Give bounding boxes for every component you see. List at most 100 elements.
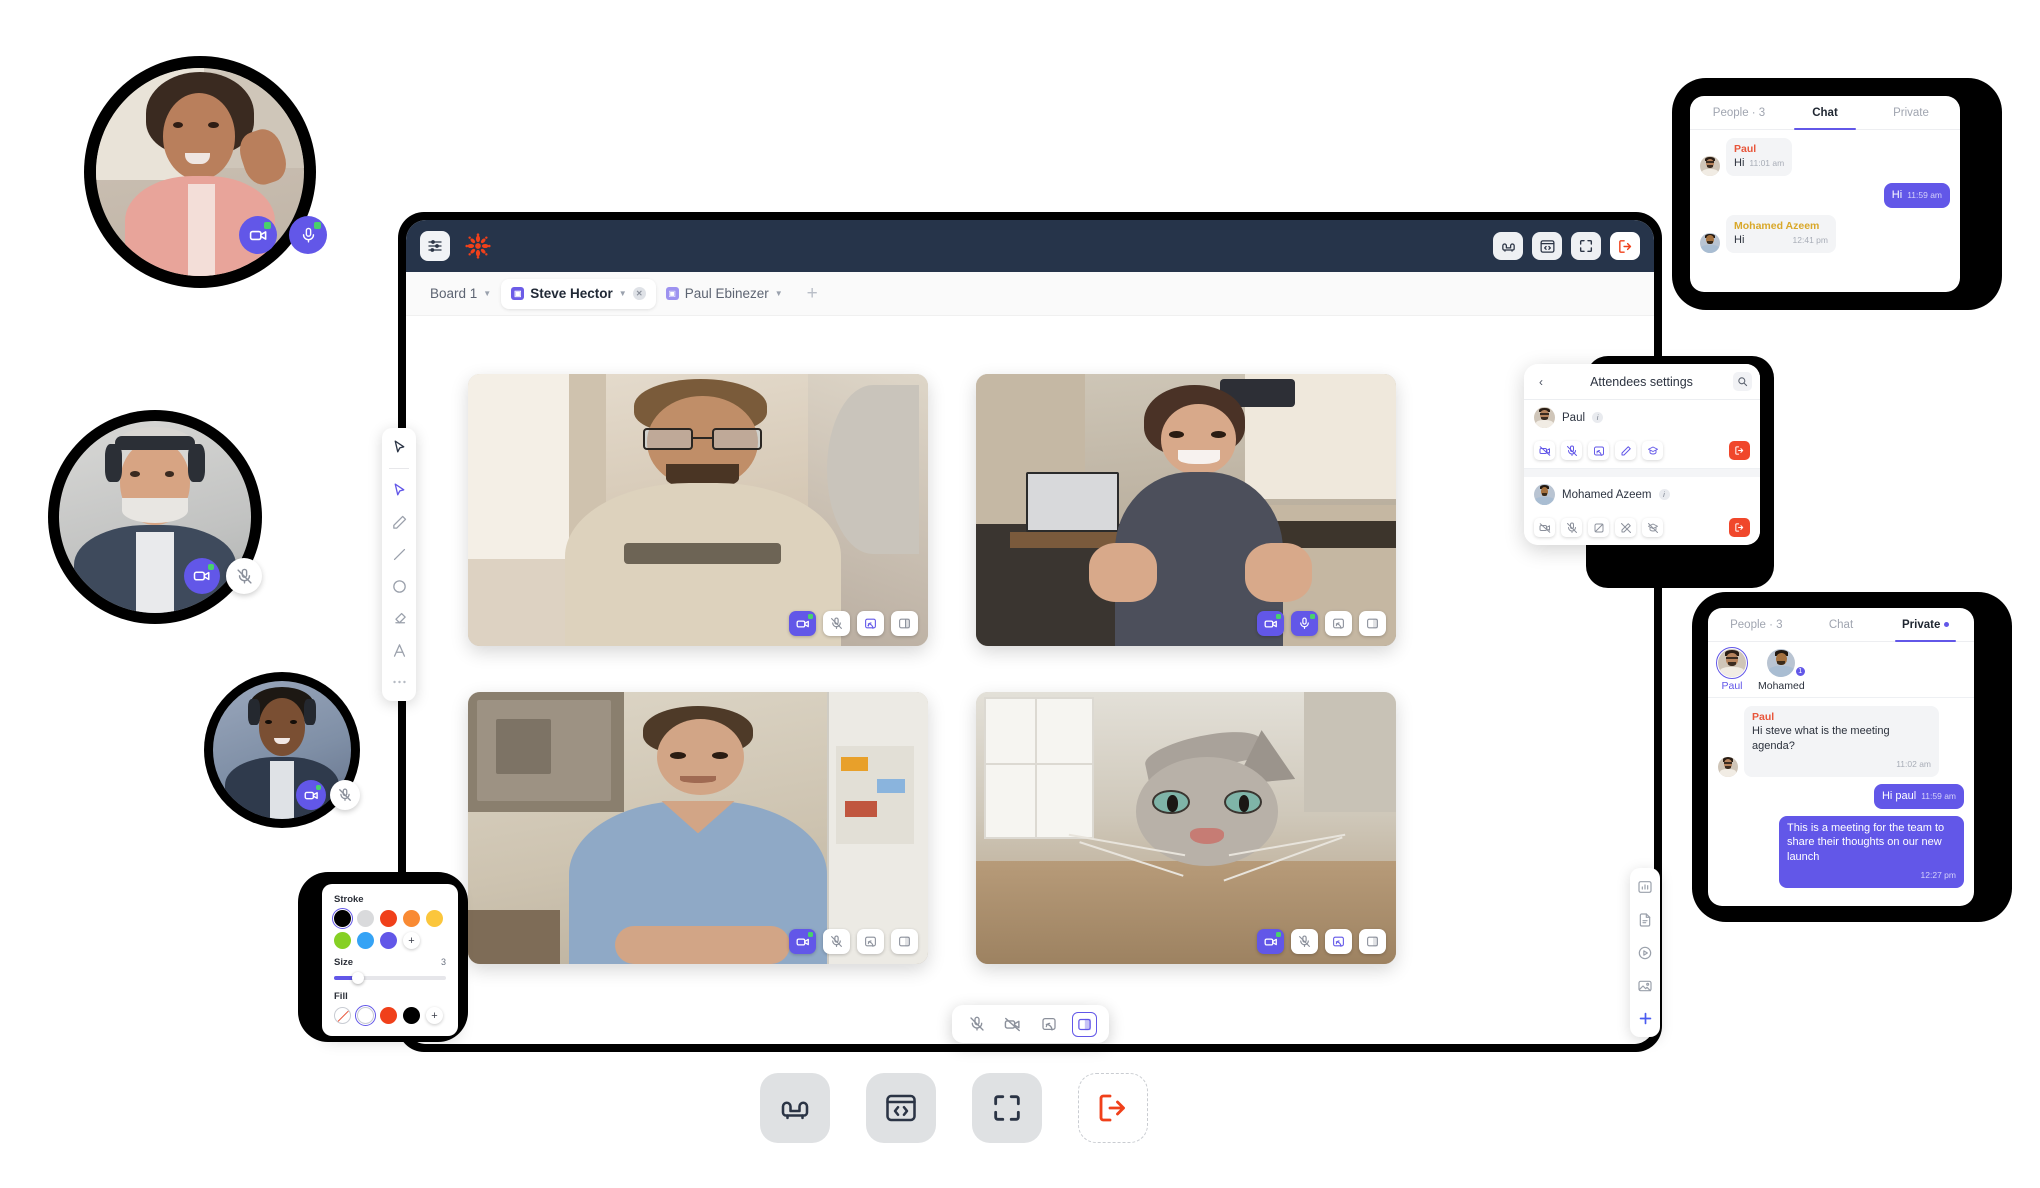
bubble-1-camera-button[interactable]	[239, 216, 277, 254]
line-icon[interactable]	[388, 543, 410, 565]
add-stroke-color-button[interactable]: +	[403, 932, 420, 949]
tile-3-layout-button[interactable]	[891, 929, 918, 954]
slider-knob[interactable]	[351, 972, 364, 984]
info-icon[interactable]: i	[1658, 489, 1670, 500]
bottom-camera-button[interactable]	[1000, 1012, 1025, 1037]
lounge-button[interactable]	[1493, 232, 1523, 260]
paul-presenter-toggle[interactable]	[1642, 441, 1663, 460]
tile-1-camera-button[interactable]	[789, 611, 816, 636]
paul-camera-toggle[interactable]	[1534, 441, 1555, 460]
bubble-1-mic-button[interactable]	[289, 216, 327, 254]
code-share-button[interactable]	[1532, 232, 1562, 260]
cursor-pointer-icon[interactable]	[388, 479, 410, 501]
video-tile-2[interactable]	[976, 374, 1396, 646]
tab-chat[interactable]: Chat	[1782, 96, 1868, 130]
tab-people[interactable]: People · 3	[1714, 608, 1799, 641]
chevron-down-icon[interactable]: ▼	[483, 289, 491, 298]
eraser-icon[interactable]	[388, 607, 410, 629]
stroke-swatch-yellow[interactable]	[426, 910, 443, 927]
tab-paul-ebinezer[interactable]: ▣ Paul Ebinezer ▼	[656, 279, 793, 309]
stroke-swatch-orange[interactable]	[403, 910, 420, 927]
tile-4-layout-button[interactable]	[1359, 929, 1386, 954]
paul-screen-share-toggle[interactable]	[1588, 441, 1609, 460]
circle-icon[interactable]	[388, 575, 410, 597]
tile-4-camera-button[interactable]	[1257, 929, 1284, 954]
stroke-swatch-green[interactable]	[334, 932, 351, 949]
bubble-2-mic-button[interactable]	[226, 558, 262, 594]
chart-icon[interactable]	[1636, 877, 1655, 896]
bottom-mic-button[interactable]	[964, 1012, 989, 1037]
tab-chat[interactable]: Chat	[1799, 608, 1884, 641]
leave-meeting-button[interactable]	[1610, 232, 1640, 260]
image-icon[interactable]	[1636, 976, 1655, 995]
chevron-down-icon[interactable]: ▼	[619, 289, 627, 298]
mohamed-camera-toggle[interactable]	[1534, 518, 1555, 537]
stroke-swatch-blue[interactable]	[357, 932, 374, 949]
tab-private[interactable]: Private	[1868, 96, 1954, 129]
add-tab-button[interactable]: +	[793, 283, 832, 305]
stroke-swatch-purple[interactable]	[380, 932, 397, 949]
bubble-3-camera-button[interactable]	[296, 780, 326, 810]
mohamed-presenter-toggle[interactable]	[1642, 518, 1663, 537]
document-icon[interactable]	[1636, 910, 1655, 929]
floating-bubble-3[interactable]	[204, 672, 360, 828]
play-video-icon[interactable]	[1636, 943, 1655, 962]
plus-icon[interactable]	[1636, 1009, 1655, 1028]
attendee-row-paul[interactable]: Paul i	[1524, 400, 1760, 435]
leave-launcher[interactable]	[1078, 1073, 1148, 1143]
attendee-row-mohamed[interactable]: Mohamed Azeem i	[1524, 477, 1760, 512]
tile-1-mic-button[interactable]	[823, 611, 850, 636]
video-tile-4[interactable]	[976, 692, 1396, 964]
stroke-swatch-black[interactable]	[331, 907, 354, 930]
tile-4-mic-button[interactable]	[1291, 929, 1318, 954]
video-tile-3[interactable]	[468, 692, 928, 964]
mohamed-mic-toggle[interactable]	[1561, 518, 1582, 537]
add-fill-color-button[interactable]: +	[426, 1007, 443, 1024]
stroke-swatch-red[interactable]	[380, 910, 397, 927]
paul-mic-toggle[interactable]	[1561, 441, 1582, 460]
tab-private[interactable]: Private	[1883, 608, 1968, 642]
video-tile-1[interactable]	[468, 374, 928, 646]
fill-swatch-none[interactable]	[334, 1007, 351, 1024]
sliders-icon[interactable]	[420, 231, 450, 261]
tile-2-camera-button[interactable]	[1257, 611, 1284, 636]
lounge-launcher[interactable]	[760, 1073, 830, 1143]
close-icon[interactable]: ✕	[632, 287, 646, 300]
pencil-icon[interactable]	[388, 511, 410, 533]
tab-steve-hector[interactable]: ▣ Steve Hector ▼ ✕	[501, 278, 656, 309]
floating-bubble-2[interactable]	[48, 410, 262, 624]
tile-2-screen-share-button[interactable]	[1325, 611, 1352, 636]
tile-1-screen-share-button[interactable]	[857, 611, 884, 636]
tile-2-mic-button[interactable]	[1291, 611, 1318, 636]
fullscreen-button[interactable]	[1571, 232, 1601, 260]
info-icon[interactable]: i	[1592, 412, 1604, 423]
stroke-swatch-gray[interactable]	[357, 910, 374, 927]
fill-swatch-black[interactable]	[403, 1007, 420, 1024]
mohamed-screen-share-toggle[interactable]	[1588, 518, 1609, 537]
floating-bubble-1[interactable]	[84, 56, 327, 288]
tab-board-1[interactable]: Board 1 ▼	[420, 279, 501, 309]
bottom-layout-button[interactable]	[1072, 1011, 1097, 1037]
tab-people[interactable]: People · 3	[1696, 96, 1782, 129]
board-canvas[interactable]	[406, 316, 1654, 1044]
text-icon[interactable]	[388, 639, 410, 661]
more-dots-icon[interactable]	[388, 671, 410, 693]
tile-4-screen-share-button[interactable]	[1325, 929, 1352, 954]
size-slider[interactable]	[334, 972, 446, 984]
hand-select-icon[interactable]	[388, 436, 410, 458]
search-icon[interactable]	[1733, 372, 1752, 391]
code-launcher[interactable]	[866, 1073, 936, 1143]
tile-2-layout-button[interactable]	[1359, 611, 1386, 636]
tile-3-mic-button[interactable]	[823, 929, 850, 954]
private-person-mohamed[interactable]: 1 Mohamed	[1758, 649, 1806, 692]
private-person-paul[interactable]: Paul	[1715, 646, 1749, 692]
fullscreen-launcher[interactable]	[972, 1073, 1042, 1143]
remove-mohamed-button[interactable]	[1729, 518, 1750, 537]
bubble-2-camera-button[interactable]	[184, 558, 220, 594]
fill-swatch-red[interactable]	[380, 1007, 397, 1024]
paul-pen-toggle[interactable]	[1615, 441, 1636, 460]
chevron-left-icon[interactable]: ‹	[1532, 373, 1550, 391]
tile-3-screen-share-button[interactable]	[857, 929, 884, 954]
tile-1-layout-button[interactable]	[891, 611, 918, 636]
chevron-down-icon[interactable]: ▼	[775, 289, 783, 298]
